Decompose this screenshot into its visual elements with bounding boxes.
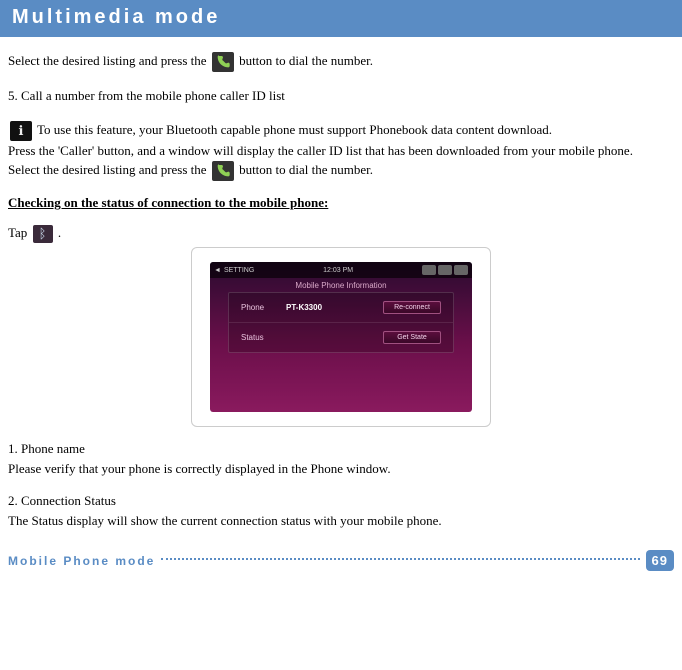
- step5-title: 5. Call a number from the mobile phone c…: [8, 86, 674, 106]
- phone-value: PT-K3300: [286, 303, 383, 312]
- bluetooth-icon: [33, 225, 53, 243]
- page-number: 69: [646, 550, 674, 571]
- call-icon: [212, 161, 234, 181]
- topbar-btn: [454, 265, 468, 275]
- step5-line2-after: button to dial the number.: [236, 162, 373, 177]
- screen-info-box: Phone PT-K3300 Re-connect Status Get Sta…: [228, 292, 454, 353]
- screen-topbar: ◄ SETTING 12:03 PM: [210, 262, 472, 278]
- screenshot-frame: ◄ SETTING 12:03 PM Mobile Phone Informat…: [191, 247, 491, 427]
- getstate-button[interactable]: Get State: [383, 331, 441, 344]
- intro-after: button to dial the number.: [236, 53, 373, 68]
- topbar-btn: [422, 265, 436, 275]
- intro-line: Select the desired listing and press the…: [8, 51, 674, 72]
- phone-label: Phone: [241, 303, 286, 312]
- tap-before: Tap: [8, 225, 31, 240]
- item1-body: Please verify that your phone is correct…: [8, 459, 674, 479]
- page-footer: Mobile Phone mode 69: [8, 550, 674, 571]
- screen-time: 12:03 PM: [323, 267, 353, 274]
- topbar-btn: [438, 265, 452, 275]
- screen-row-phone: Phone PT-K3300 Re-connect: [229, 293, 453, 323]
- item1-title: 1. Phone name: [8, 441, 674, 457]
- step5-line2-before: Select the desired listing and press the: [8, 162, 210, 177]
- item2-title: 2. Connection Status: [8, 493, 674, 509]
- tap-after: .: [55, 225, 62, 240]
- intro-before: Select the desired listing and press the: [8, 53, 210, 68]
- footer-section-label: Mobile Phone mode: [8, 554, 155, 568]
- screen-topbar-label: SETTING: [224, 267, 254, 274]
- page-header: Multimedia mode: [0, 0, 682, 37]
- page-header-title: Multimedia mode: [12, 6, 220, 28]
- check-heading: Checking on the status of connection to …: [8, 195, 674, 211]
- item2-body: The Status display will show the current…: [8, 511, 674, 531]
- screen-row-status: Status Get State: [229, 323, 453, 352]
- status-label: Status: [241, 333, 286, 342]
- note-icon: [10, 121, 32, 141]
- step5-note: To use this feature, your Bluetooth capa…: [34, 122, 552, 137]
- screen-panel-title: Mobile Phone Information: [210, 278, 472, 292]
- step5-block: To use this feature, your Bluetooth capa…: [8, 120, 674, 182]
- call-icon: [212, 52, 234, 72]
- tap-instruction: Tap .: [8, 225, 674, 243]
- back-icon: ◄: [214, 267, 221, 274]
- step5-line1: Press the 'Caller' button, and a window …: [8, 143, 633, 158]
- reconnect-button[interactable]: Re-connect: [383, 301, 441, 314]
- device-screen: ◄ SETTING 12:03 PM Mobile Phone Informat…: [210, 262, 472, 412]
- footer-dots: [161, 558, 639, 560]
